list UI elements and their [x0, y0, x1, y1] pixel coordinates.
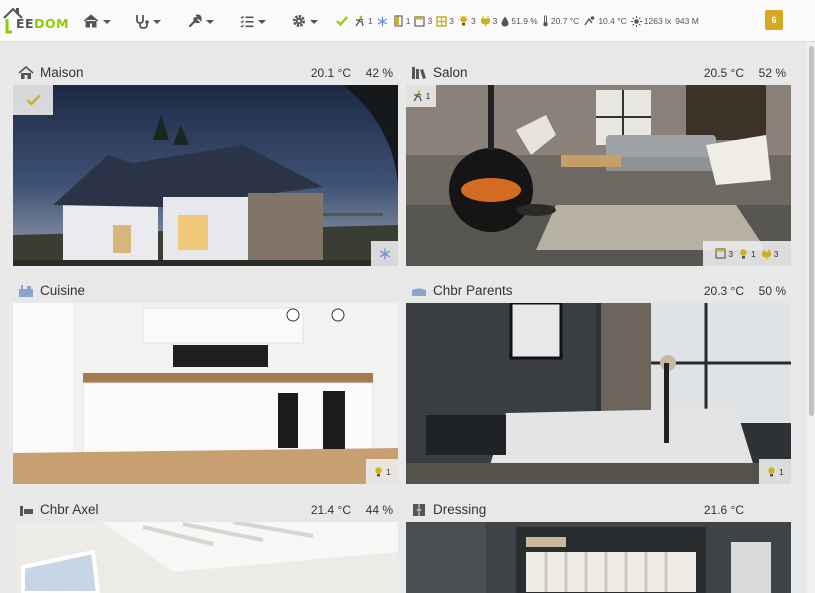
room-light-status[interactable]: 1 [759, 459, 791, 484]
sun-icon [630, 15, 642, 27]
room-motion-status[interactable]: 1 [406, 85, 436, 107]
wardrobe-icon [413, 503, 425, 516]
summary-outlet[interactable]: 3 [480, 15, 497, 27]
chevron-down-icon [206, 20, 214, 24]
room-photo-salon [406, 85, 791, 266]
page-scrollbar-thumb[interactable] [809, 46, 814, 416]
jeedom-logo[interactable]: EEDOM [2, 4, 70, 38]
room-card-salon[interactable]: Salon 20.5 °C 52 % 1 3 1 3 [406, 60, 791, 266]
shutter-icon [715, 248, 726, 259]
house-icon [18, 65, 34, 79]
lightbulb-icon [768, 466, 775, 476]
room-temperature: 21.4 °C [310, 502, 351, 517]
room-name: Chbr Parents [433, 283, 513, 298]
room-humidity: 52 % [758, 65, 786, 80]
lightbulb-icon [375, 466, 382, 476]
global-summary: 1 1 3 3 3 3 51.9 % 20.7 °C 10.4 °C 1263 … [336, 0, 703, 42]
gear-icon [292, 14, 306, 28]
kitchen-icon [19, 284, 33, 297]
summary-temperature-alert[interactable] [377, 16, 390, 27]
room-temperature: 21.6 °C [703, 502, 744, 517]
lightbulb-icon [458, 15, 469, 26]
summary-ok[interactable] [336, 16, 350, 26]
top-navbar: EEDOM 1 1 3 3 3 3 51.9 % 20.7 °C 10.4 °C… [0, 0, 815, 42]
room-card-header[interactable]: Maison 20.1 °C 42 % [13, 60, 398, 85]
room-photo-chbr-axel [13, 522, 398, 593]
summary-outdoor-temperature[interactable]: 10.4 °C [583, 15, 627, 27]
check-icon [26, 94, 40, 106]
room-name: Dressing [433, 502, 487, 517]
summary-pressure[interactable]: 943 M [675, 16, 699, 26]
plug-icon [761, 248, 771, 259]
room-photo-chbr-parents [406, 303, 791, 484]
room-card-maison[interactable]: Maison 20.1 °C 42 % [13, 60, 398, 266]
room-light-status[interactable]: 1 [366, 459, 398, 484]
notifications-badge[interactable]: 6 [765, 10, 783, 30]
water-drop-icon [501, 16, 509, 26]
room-temperature-alert[interactable] [371, 241, 398, 266]
lightbulb-icon [740, 248, 747, 258]
summary-shutter[interactable]: 3 [414, 15, 432, 27]
room-card-dressing[interactable]: Dressing 21.6 °C [406, 497, 791, 593]
room-temperature: 20.5 °C [703, 65, 744, 80]
chevron-down-icon [258, 20, 266, 24]
room-humidity: 44 % [365, 502, 393, 517]
menu-analysis[interactable] [135, 0, 161, 42]
room-humidity: 42 % [365, 65, 393, 80]
chevron-down-icon [310, 20, 318, 24]
summary-motion[interactable]: 1 [354, 15, 373, 27]
room-photo-dressing [406, 522, 791, 593]
bed-icon [412, 288, 426, 296]
child-room-icon [20, 505, 33, 516]
checklist-icon [240, 15, 254, 28]
snowflake-icon [379, 248, 390, 259]
room-status-ok[interactable] [13, 85, 53, 115]
motion-icon [355, 15, 364, 27]
chevron-down-icon [103, 20, 111, 24]
books-icon [412, 66, 426, 79]
thermometer-icon [543, 15, 548, 27]
wrench-icon [188, 14, 202, 28]
menu-plugins[interactable] [240, 0, 266, 42]
room-photo-maison [13, 85, 398, 266]
room-card-header[interactable]: Chbr Axel 21.4 °C 44 % [13, 497, 398, 522]
room-card-header[interactable]: Cuisine [13, 278, 398, 303]
snowflake-icon [377, 16, 388, 26]
shutter-icon [414, 15, 426, 27]
chevron-down-icon [153, 20, 161, 24]
menu-tools[interactable] [188, 0, 214, 42]
summary-luminosity[interactable]: 1263 lx [630, 15, 671, 27]
summary-light[interactable]: 3 [458, 15, 476, 27]
summary-temperature[interactable]: 20.7 °C [542, 15, 579, 27]
room-card-header[interactable]: Dressing 21.6 °C [406, 497, 791, 522]
room-name: Cuisine [40, 283, 86, 298]
room-name: Maison [40, 65, 84, 80]
summary-humidity[interactable]: 51.9 % [501, 16, 538, 27]
window-icon [436, 15, 447, 27]
room-name: Salon [433, 65, 468, 80]
motion-icon [413, 90, 422, 102]
room-humidity: 50 % [758, 283, 786, 298]
room-card-header[interactable]: Chbr Parents 20.3 °C 50 % [406, 278, 791, 303]
room-card-cuisine[interactable]: Cuisine 1 [13, 278, 398, 484]
room-card-header[interactable]: Salon 20.5 °C 52 % [406, 60, 791, 85]
plug-icon [480, 16, 490, 27]
room-temperature: 20.3 °C [703, 283, 744, 298]
summary-door[interactable]: 1 [394, 15, 410, 27]
menu-home[interactable] [83, 0, 111, 42]
menu-settings[interactable] [292, 0, 318, 42]
room-photo-cuisine [13, 303, 398, 484]
room-name: Chbr Axel [40, 502, 99, 517]
room-device-summary[interactable]: 3 1 3 [703, 241, 791, 266]
room-card-chbr-axel[interactable]: Chbr Axel 21.4 °C 44 % [13, 497, 398, 593]
stethoscope-icon [136, 14, 149, 29]
home-icon [83, 14, 99, 28]
outdoor-temperature-icon [584, 16, 595, 26]
room-card-chbr-parents[interactable]: Chbr Parents 20.3 °C 50 % 1 [406, 278, 791, 484]
logo-text: EEDOM [16, 16, 70, 31]
room-temperature: 20.1 °C [310, 65, 351, 80]
check-icon [336, 16, 348, 26]
summary-window[interactable]: 3 [436, 15, 454, 27]
door-icon [394, 15, 403, 27]
